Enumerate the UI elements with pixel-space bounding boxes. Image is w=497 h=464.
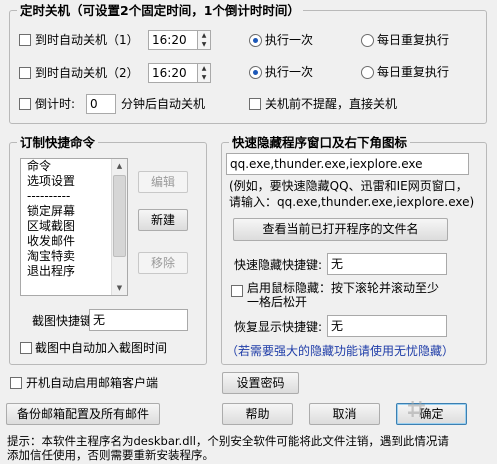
hide-hotkey-label: 快速隐藏快捷键: <box>234 258 323 272</box>
tip-line-2: 添加信任使用，否则需要重新安装程序。 <box>7 448 214 462</box>
shutdown-2-time-input[interactable]: 16:20 <box>148 63 198 83</box>
countdown-checkbox[interactable] <box>19 98 31 110</box>
quick-hide-title: 快速隐藏程序窗口及右下角图标 <box>229 135 411 151</box>
add-time-checkbox[interactable] <box>20 342 32 354</box>
set-password-button[interactable]: 设置密码 <box>222 372 299 394</box>
restore-hotkey-label: 恢复显示快捷键: <box>234 320 323 334</box>
autostart-label: 开机自动启用邮箱客户端 <box>26 376 159 390</box>
backup-button[interactable]: 备份邮箱配置及所有邮件 <box>6 403 160 425</box>
shutdown-2-time-spinner[interactable]: ▲ ▼ <box>197 63 211 83</box>
scroll-up-icon[interactable]: ▲ <box>112 159 127 173</box>
shutdown-2-daily-label: 每日重复执行 <box>377 65 450 79</box>
ok-button[interactable]: 确定 <box>396 403 467 425</box>
no-prompt-checkbox[interactable] <box>249 98 261 110</box>
shutdown-2-once-radio[interactable] <box>249 66 262 79</box>
no-prompt-label: 关机前不提醒，直接关机 <box>265 97 398 111</box>
shutdown-2-label: 到时自动关机（2） <box>35 66 139 80</box>
hide-note: （若需要强大的隐藏功能请使用无忧隐藏） <box>226 344 455 358</box>
restore-hotkey-input[interactable]: 无 <box>327 315 447 337</box>
spin-up-icon: ▲ <box>201 65 207 72</box>
timed-shutdown-title: 定时关机（可设置2个固定时间，1个倒计时时间） <box>17 3 303 19</box>
shutdown-1-once-label: 执行一次 <box>265 33 314 47</box>
help-button[interactable]: 帮助 <box>222 403 293 425</box>
custom-commands-title: 订制快捷命令 <box>17 135 99 151</box>
commands-list-scrollbar[interactable]: ▲ ▼ <box>111 159 127 295</box>
countdown-label: 倒计时: <box>35 97 76 111</box>
spin-down-icon: ▼ <box>201 74 207 81</box>
hide-hotkey-input[interactable]: 无 <box>327 253 447 275</box>
countdown-suffix: 分钟后自动关机 <box>121 97 206 111</box>
shutdown-1-label: 到时自动关机（1） <box>35 33 139 47</box>
example-line-2: 请输入：qq.exe,thunder.exe,iexplore.exe) <box>229 195 475 209</box>
cancel-button[interactable]: 取消 <box>309 403 380 425</box>
mouse-hide-label-2: 一格后松开 <box>247 295 308 309</box>
shutdown-1-time-input[interactable]: 16:20 <box>148 30 198 50</box>
shutdown-2-once-label: 执行一次 <box>265 65 314 79</box>
add-time-label: 截图中自动加入截图时间 <box>35 341 168 355</box>
commands-list[interactable]: 命令 选项设置 ---------- 锁定屏幕 区域截图 收发邮件 淘宝特卖 退… <box>20 158 128 296</box>
countdown-minutes-input[interactable]: 0 <box>86 94 116 114</box>
shutdown-1-daily-radio[interactable] <box>361 34 374 47</box>
scrollbar-thumb[interactable] <box>113 175 126 257</box>
screenshot-hotkey-input[interactable]: 无 <box>89 309 188 331</box>
shutdown-1-checkbox[interactable] <box>19 34 31 46</box>
watermark-logo: ⌗ <box>408 392 427 427</box>
scroll-down-icon[interactable]: ▼ <box>112 281 127 295</box>
shutdown-2-checkbox[interactable] <box>19 67 31 79</box>
example-line-1: (例如，要快速隐藏QQ、迅雷和IE网页窗口， <box>229 179 468 193</box>
shutdown-1-once-radio[interactable] <box>249 34 262 47</box>
screenshot-hotkey-label: 截图快捷键: <box>32 314 97 328</box>
spin-down-icon: ▼ <box>201 41 207 48</box>
view-open-programs-button[interactable]: 查看当前已打开程序的文件名 <box>233 218 448 241</box>
shutdown-2-daily-radio[interactable] <box>361 66 374 79</box>
edit-button[interactable]: 编辑 <box>138 171 188 193</box>
shutdown-1-time-spinner[interactable]: ▲ ▼ <box>197 30 211 50</box>
mouse-hide-checkbox[interactable] <box>231 285 243 297</box>
processes-input[interactable]: qq.exe,thunder.exe,iexplore.exe <box>226 153 469 175</box>
autostart-checkbox[interactable] <box>10 377 22 389</box>
shutdown-1-daily-label: 每日重复执行 <box>377 33 450 47</box>
new-button[interactable]: 新建 <box>138 209 188 231</box>
remove-button[interactable]: 移除 <box>138 252 188 274</box>
spin-up-icon: ▲ <box>201 32 207 39</box>
